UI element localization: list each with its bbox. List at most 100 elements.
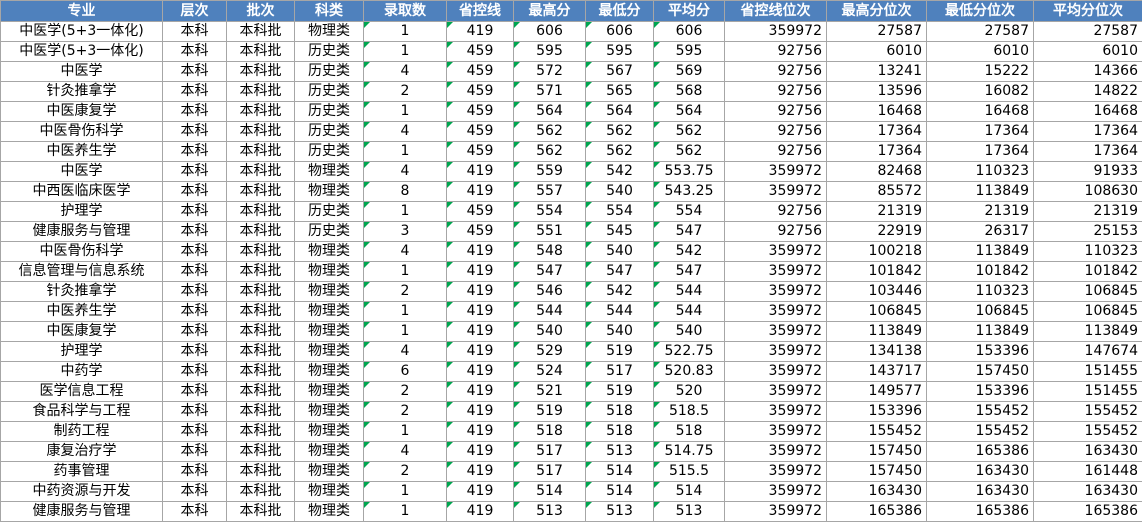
cell-min-score-rank[interactable]: 113849: [927, 322, 1034, 342]
cell-avg-score[interactable]: 515.5: [654, 462, 725, 482]
cell-control-line[interactable]: 419: [447, 302, 514, 322]
cell-admitted-count[interactable]: 1: [364, 202, 447, 222]
cell-max-score[interactable]: 572: [514, 62, 586, 82]
cell-min-score-rank[interactable]: 165386: [927, 502, 1034, 522]
cell-control-line-rank[interactable]: 92756: [725, 62, 827, 82]
cell-level[interactable]: 本科: [163, 422, 227, 442]
cell-major[interactable]: 针灸推拿学: [1, 282, 163, 302]
cell-min-score[interactable]: 606: [586, 22, 654, 42]
cell-control-line[interactable]: 419: [447, 462, 514, 482]
cell-major[interactable]: 护理学: [1, 342, 163, 362]
cell-min-score[interactable]: 518: [586, 402, 654, 422]
cell-avg-score[interactable]: 564: [654, 102, 725, 122]
cell-avg-score[interactable]: 518: [654, 422, 725, 442]
cell-subject-type[interactable]: 物理类: [295, 342, 364, 362]
cell-avg-score[interactable]: 547: [654, 222, 725, 242]
cell-avg-score-rank[interactable]: 147674: [1034, 342, 1142, 362]
cell-batch[interactable]: 本科批: [227, 302, 295, 322]
cell-control-line-rank[interactable]: 359972: [725, 302, 827, 322]
cell-max-score[interactable]: 544: [514, 302, 586, 322]
cell-avg-score[interactable]: 562: [654, 122, 725, 142]
cell-min-score[interactable]: 562: [586, 122, 654, 142]
cell-control-line-rank[interactable]: 359972: [725, 262, 827, 282]
cell-control-line-rank[interactable]: 359972: [725, 242, 827, 262]
cell-subject-type[interactable]: 历史类: [295, 222, 364, 242]
cell-max-score-rank[interactable]: 27587: [827, 22, 927, 42]
cell-max-score[interactable]: 557: [514, 182, 586, 202]
cell-avg-score-rank[interactable]: 163430: [1034, 442, 1142, 462]
cell-subject-type[interactable]: 物理类: [295, 162, 364, 182]
cell-min-score[interactable]: 519: [586, 382, 654, 402]
cell-subject-type[interactable]: 物理类: [295, 242, 364, 262]
cell-batch[interactable]: 本科批: [227, 102, 295, 122]
cell-max-score[interactable]: 517: [514, 462, 586, 482]
cell-batch[interactable]: 本科批: [227, 22, 295, 42]
cell-max-score[interactable]: 606: [514, 22, 586, 42]
cell-avg-score[interactable]: 522.75: [654, 342, 725, 362]
cell-max-score[interactable]: 595: [514, 42, 586, 62]
cell-major[interactable]: 中医骨伤科学: [1, 242, 163, 262]
cell-batch[interactable]: 本科批: [227, 162, 295, 182]
cell-control-line[interactable]: 459: [447, 62, 514, 82]
cell-control-line-rank[interactable]: 359972: [725, 462, 827, 482]
cell-control-line[interactable]: 419: [447, 262, 514, 282]
cell-control-line-rank[interactable]: 359972: [725, 162, 827, 182]
cell-control-line-rank[interactable]: 359972: [725, 482, 827, 502]
cell-avg-score-rank[interactable]: 25153: [1034, 222, 1142, 242]
cell-admitted-count[interactable]: 4: [364, 122, 447, 142]
cell-avg-score[interactable]: 520: [654, 382, 725, 402]
cell-min-score-rank[interactable]: 113849: [927, 242, 1034, 262]
cell-max-score[interactable]: 564: [514, 102, 586, 122]
cell-min-score-rank[interactable]: 15222: [927, 62, 1034, 82]
cell-admitted-count[interactable]: 3: [364, 222, 447, 242]
cell-control-line-rank[interactable]: 359972: [725, 442, 827, 462]
cell-subject-type[interactable]: 物理类: [295, 182, 364, 202]
cell-level[interactable]: 本科: [163, 102, 227, 122]
cell-control-line[interactable]: 419: [447, 342, 514, 362]
cell-max-score-rank[interactable]: 17364: [827, 142, 927, 162]
cell-min-score-rank[interactable]: 113849: [927, 182, 1034, 202]
cell-max-score-rank[interactable]: 85572: [827, 182, 927, 202]
cell-min-score-rank[interactable]: 157450: [927, 362, 1034, 382]
cell-control-line-rank[interactable]: 92756: [725, 202, 827, 222]
cell-admitted-count[interactable]: 4: [364, 162, 447, 182]
cell-avg-score-rank[interactable]: 151455: [1034, 362, 1142, 382]
cell-max-score-rank[interactable]: 157450: [827, 462, 927, 482]
cell-control-line-rank[interactable]: 359972: [725, 342, 827, 362]
cell-subject-type[interactable]: 物理类: [295, 262, 364, 282]
cell-min-score[interactable]: 540: [586, 322, 654, 342]
cell-max-score[interactable]: 521: [514, 382, 586, 402]
cell-admitted-count[interactable]: 4: [364, 242, 447, 262]
cell-min-score[interactable]: 514: [586, 462, 654, 482]
cell-min-score-rank[interactable]: 106845: [927, 302, 1034, 322]
cell-control-line[interactable]: 419: [447, 422, 514, 442]
cell-control-line-rank[interactable]: 359972: [725, 402, 827, 422]
cell-major[interactable]: 中医康复学: [1, 322, 163, 342]
cell-max-score-rank[interactable]: 17364: [827, 122, 927, 142]
cell-min-score-rank[interactable]: 153396: [927, 382, 1034, 402]
cell-level[interactable]: 本科: [163, 82, 227, 102]
cell-major[interactable]: 中医学: [1, 162, 163, 182]
cell-min-score-rank[interactable]: 21319: [927, 202, 1034, 222]
cell-admitted-count[interactable]: 1: [364, 22, 447, 42]
cell-max-score[interactable]: 524: [514, 362, 586, 382]
cell-control-line-rank[interactable]: 359972: [725, 322, 827, 342]
cell-level[interactable]: 本科: [163, 142, 227, 162]
cell-level[interactable]: 本科: [163, 262, 227, 282]
cell-max-score-rank[interactable]: 103446: [827, 282, 927, 302]
cell-level[interactable]: 本科: [163, 162, 227, 182]
cell-subject-type[interactable]: 物理类: [295, 402, 364, 422]
cell-avg-score-rank[interactable]: 27587: [1034, 22, 1142, 42]
cell-batch[interactable]: 本科批: [227, 122, 295, 142]
cell-avg-score-rank[interactable]: 17364: [1034, 142, 1142, 162]
cell-level[interactable]: 本科: [163, 62, 227, 82]
cell-avg-score-rank[interactable]: 165386: [1034, 502, 1142, 522]
cell-avg-score[interactable]: 569: [654, 62, 725, 82]
cell-min-score[interactable]: 554: [586, 202, 654, 222]
cell-control-line-rank[interactable]: 359972: [725, 502, 827, 522]
cell-control-line-rank[interactable]: 92756: [725, 142, 827, 162]
cell-control-line-rank[interactable]: 92756: [725, 82, 827, 102]
cell-level[interactable]: 本科: [163, 442, 227, 462]
cell-avg-score-rank[interactable]: 14822: [1034, 82, 1142, 102]
cell-major[interactable]: 食品科学与工程: [1, 402, 163, 422]
